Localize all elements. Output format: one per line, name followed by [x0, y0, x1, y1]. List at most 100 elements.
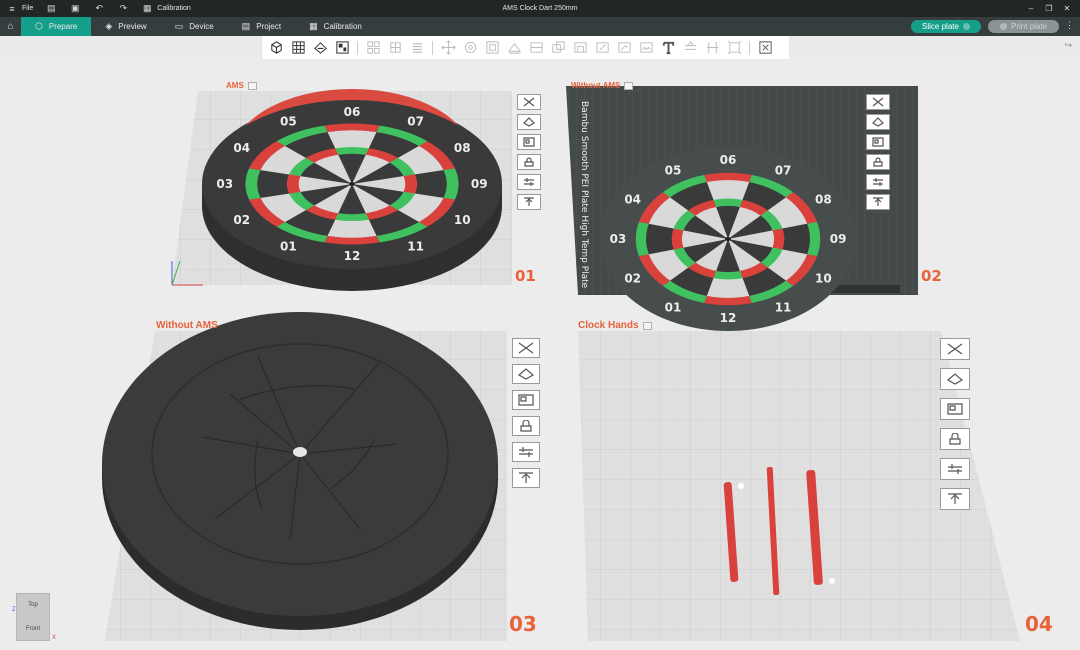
- split-parts-button[interactable]: [385, 39, 405, 57]
- edit-icon[interactable]: [642, 321, 652, 330]
- delete-plate-button[interactable]: [866, 94, 890, 110]
- calibration-menu[interactable]: ▦ Calibration: [135, 0, 196, 17]
- orient-plate-button[interactable]: [866, 114, 890, 130]
- undo-button[interactable]: ↶: [87, 0, 111, 17]
- assembly-tool-button[interactable]: [702, 39, 722, 57]
- cut-icon: [529, 42, 543, 53]
- tab-calibration[interactable]: ▦ Calibration: [295, 17, 376, 36]
- move-to-top-button[interactable]: [940, 488, 970, 510]
- bambu-studio-window: ≡ File ▤ ▣ ↶ ↷ ▦ Calibration AMS Clock D…: [0, 0, 1080, 650]
- arrange-plate-button[interactable]: [866, 134, 890, 150]
- move-tool-button[interactable]: [438, 39, 458, 57]
- add-plate-button[interactable]: [288, 39, 308, 57]
- fuzzy-skin-button[interactable]: [636, 39, 656, 57]
- split-objects-button[interactable]: [363, 39, 383, 57]
- variable-height-button[interactable]: [755, 39, 775, 57]
- add-object-button[interactable]: [266, 39, 286, 57]
- lay-on-face-button[interactable]: [504, 39, 524, 57]
- plate-settings-button[interactable]: [866, 174, 890, 190]
- arrange-plate-button[interactable]: [512, 390, 540, 410]
- cube-icon: ⬡: [35, 21, 43, 31]
- seam-paint-icon: [595, 42, 609, 53]
- tab-device[interactable]: ▭ Device: [161, 17, 228, 36]
- plate-4-name-text: Clock Hands: [578, 320, 639, 331]
- close-icon[interactable]: ✕: [1058, 4, 1076, 13]
- delete-plate-button[interactable]: [517, 94, 541, 110]
- arrange-plate-button[interactable]: [940, 398, 970, 420]
- assembly-icon: [706, 41, 718, 54]
- cut-tool-button[interactable]: [526, 39, 546, 57]
- plate-3-name[interactable]: Without AMS: [156, 320, 218, 331]
- build-plate-text: Bambu Smooth PEI Plate High Temp Plate: [579, 101, 589, 289]
- plate-4-name[interactable]: Clock Hands: [578, 320, 652, 331]
- delete-plate-button[interactable]: [512, 338, 540, 358]
- edit-icon[interactable]: [624, 81, 634, 90]
- dartboard-number: 01: [665, 301, 682, 315]
- tab-prepare[interactable]: ⬡ Prepare: [21, 17, 92, 36]
- dropdown-icon[interactable]: [962, 23, 970, 30]
- toolbar-divider: [432, 40, 433, 55]
- layers-button[interactable]: [407, 39, 427, 57]
- plate-settings-button[interactable]: [512, 442, 540, 462]
- scale-tool-button[interactable]: [482, 39, 502, 57]
- orient-plate-button[interactable]: [512, 364, 540, 384]
- support-paint-button[interactable]: [570, 39, 590, 57]
- home-icon: ⌂: [7, 21, 14, 32]
- more-icon[interactable]: ⋮: [1065, 20, 1074, 31]
- view-cube-top[interactable]: Top: [17, 602, 49, 608]
- home-button[interactable]: ⌂: [0, 17, 21, 36]
- arrange-plate-button[interactable]: [517, 134, 541, 150]
- orient-icon: [947, 373, 963, 385]
- lock-plate-button[interactable]: [940, 428, 970, 450]
- delete-plate-button[interactable]: [940, 338, 970, 360]
- lock-plate-button[interactable]: [517, 154, 541, 170]
- dartboard-number: 08: [815, 192, 832, 206]
- seam-paint-button[interactable]: [592, 39, 612, 57]
- dropdown-icon[interactable]: [999, 23, 1007, 30]
- rotate-tool-button[interactable]: [460, 39, 480, 57]
- view-cube[interactable]: Top Front: [16, 593, 50, 641]
- open-project-button[interactable]: ▤: [39, 0, 63, 17]
- redo-button[interactable]: ↷: [111, 0, 135, 17]
- plate-settings-button[interactable]: [940, 458, 970, 480]
- dartboard-number: 12: [344, 249, 361, 263]
- collapse-sidebar-icon[interactable]: ↪: [1064, 40, 1072, 51]
- print-plate-button[interactable]: Print plate: [988, 20, 1059, 33]
- plate-2-name[interactable]: Without AMS: [571, 81, 634, 90]
- plate-settings-button[interactable]: [517, 174, 541, 190]
- arrow-up-icon: [873, 197, 883, 206]
- boolean-tool-button[interactable]: [548, 39, 568, 57]
- axis-x-label: X: [52, 635, 57, 641]
- minimize-icon[interactable]: –: [1022, 4, 1040, 13]
- orient-plate-button[interactable]: [940, 368, 970, 390]
- view-cube-front[interactable]: Front: [17, 626, 49, 632]
- edit-icon[interactable]: [247, 81, 257, 90]
- color-paint-button[interactable]: [614, 39, 634, 57]
- move-to-top-button[interactable]: [866, 194, 890, 210]
- auto-orient-button[interactable]: [310, 39, 330, 57]
- 3d-viewport[interactable]: 06 07 08 09 10 11 12 01 02 03 04 05 06 07 08 09 10 11 12 0…: [0, 59, 1080, 650]
- plate-1-name[interactable]: AMS: [226, 81, 257, 90]
- measure-tool-button[interactable]: [680, 39, 700, 57]
- arrange-button[interactable]: [332, 39, 352, 57]
- file-menu[interactable]: ≡ File: [0, 0, 39, 17]
- move-to-top-button[interactable]: [517, 194, 541, 210]
- svg-tool-button[interactable]: [724, 39, 744, 57]
- plate-3-name-text: Without AMS: [156, 320, 218, 331]
- board-center: [349, 182, 355, 186]
- maximize-icon[interactable]: ❐: [1040, 4, 1058, 13]
- save-button[interactable]: ▣: [63, 0, 87, 17]
- dartboard-number: 03: [610, 232, 627, 246]
- split-objects-icon: [366, 41, 380, 54]
- lock-plate-button[interactable]: [512, 416, 540, 436]
- move-to-top-button[interactable]: [512, 468, 540, 488]
- layers-stack-icon: [412, 43, 422, 53]
- tab-preview[interactable]: ◈ Preview: [91, 17, 160, 36]
- text-tool-button[interactable]: [658, 39, 678, 57]
- settings-sliders-icon: [519, 447, 533, 457]
- slice-plate-button[interactable]: Slice plate: [911, 20, 981, 33]
- lock-plate-button[interactable]: [866, 154, 890, 170]
- plate-3-number: 03: [509, 612, 537, 636]
- tab-project[interactable]: ▤ Project: [228, 17, 295, 36]
- orient-plate-button[interactable]: [517, 114, 541, 130]
